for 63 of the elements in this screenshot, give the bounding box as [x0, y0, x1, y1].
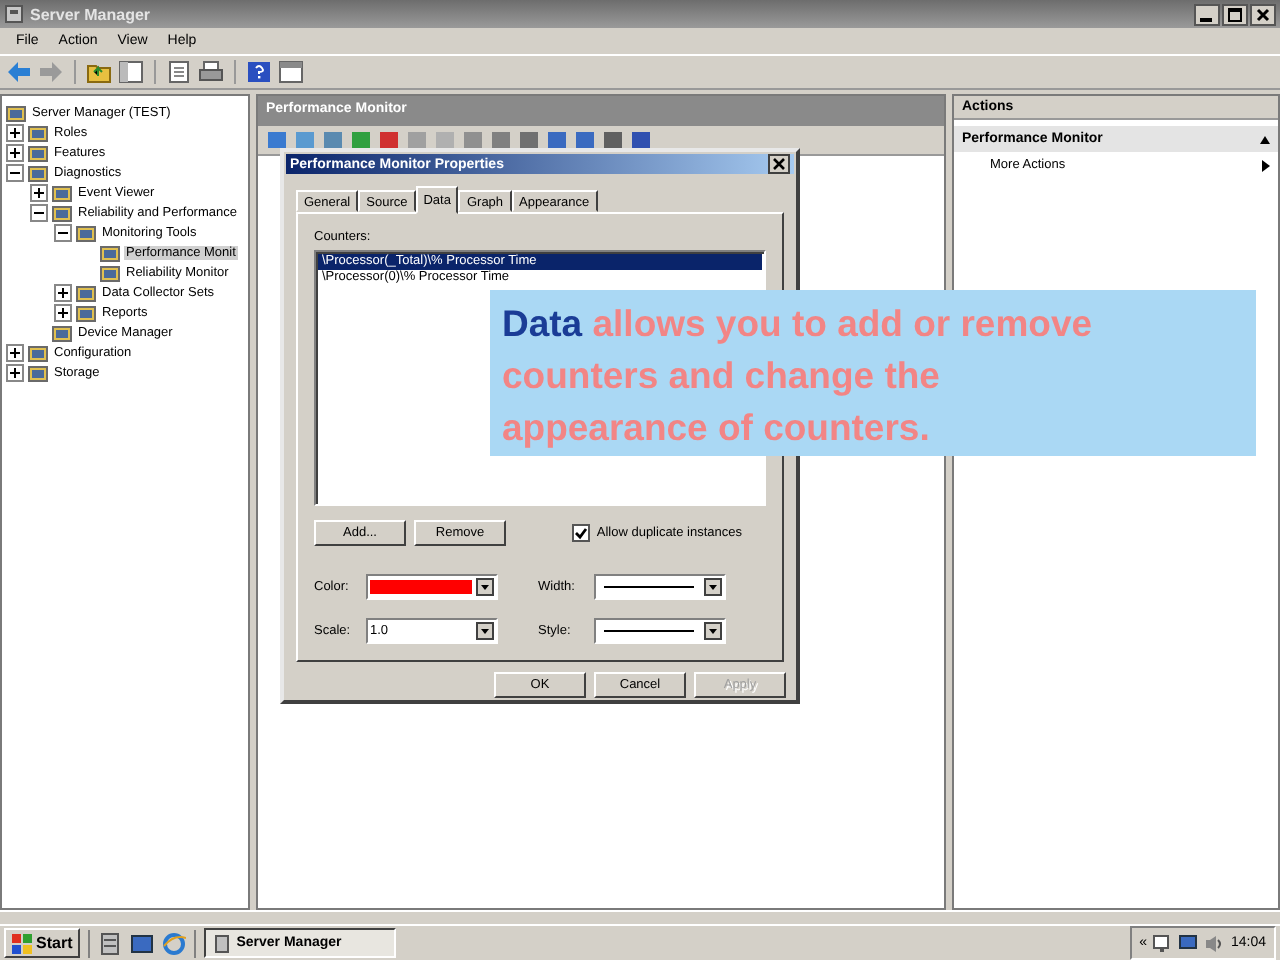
checkbox[interactable] — [572, 524, 591, 542]
maximize-icon[interactable] — [1222, 3, 1248, 25]
window-title: Server Manager — [30, 5, 153, 23]
node-icon — [76, 303, 96, 321]
expand-icon[interactable] — [54, 303, 72, 321]
close-icon[interactable] — [1250, 3, 1276, 25]
color-dropdown[interactable] — [366, 574, 498, 600]
expand-icon[interactable] — [6, 143, 24, 161]
tool-icon[interactable] — [602, 130, 624, 150]
network-icon[interactable] — [1152, 933, 1173, 953]
window-icon[interactable] — [278, 60, 304, 84]
folder-icon[interactable] — [86, 60, 112, 84]
node-icon — [76, 283, 96, 301]
tool-icon[interactable] — [350, 130, 372, 150]
monitor-icon[interactable] — [1178, 933, 1199, 953]
node-icon — [28, 123, 48, 141]
node-icon — [28, 343, 48, 361]
tool-icon[interactable] — [490, 130, 512, 150]
windows-flag-icon — [12, 933, 32, 953]
collapse-icon[interactable] — [1260, 135, 1270, 143]
collapse-icon[interactable] — [54, 223, 72, 241]
tool-icon[interactable] — [518, 130, 540, 150]
node-icon — [100, 263, 120, 281]
pane-icon[interactable] — [118, 60, 144, 84]
minimize-icon[interactable] — [1194, 3, 1220, 25]
back-icon[interactable] — [6, 60, 32, 84]
desktop-icon[interactable] — [130, 931, 155, 955]
server-icon[interactable] — [98, 931, 123, 955]
node-icon — [6, 103, 26, 121]
node-icon — [76, 223, 96, 241]
expand-icon[interactable] — [6, 343, 24, 361]
server-icon — [212, 933, 233, 953]
app-icon — [4, 4, 24, 24]
expand-icon[interactable] — [54, 283, 72, 301]
node-icon — [28, 363, 48, 381]
help-icon[interactable] — [246, 60, 272, 84]
node-icon — [28, 143, 48, 161]
submenu-arrow-icon — [1262, 159, 1270, 171]
tool-icon[interactable] — [574, 130, 596, 150]
tool-icon[interactable] — [322, 130, 344, 150]
start-button[interactable]: Start — [4, 928, 81, 958]
callout-text: Data allows you to add or remove counters and change the appearance of counters. — [502, 300, 1095, 452]
tool-icon[interactable] — [630, 130, 652, 150]
node-icon — [28, 163, 48, 181]
tool-icon[interactable] — [546, 130, 568, 150]
node-icon — [100, 243, 120, 261]
speaker-icon[interactable] — [1204, 933, 1225, 953]
properties-icon[interactable] — [166, 60, 192, 84]
collapse-icon[interactable] — [30, 203, 48, 221]
node-icon — [52, 203, 72, 221]
tool-icon[interactable] — [462, 130, 484, 150]
expand-icon[interactable] — [30, 183, 48, 201]
print-icon[interactable] — [198, 60, 224, 84]
tool-icon[interactable] — [378, 130, 400, 150]
line-dropdown[interactable] — [594, 618, 726, 644]
tool-icon[interactable] — [266, 130, 288, 150]
close-icon[interactable] — [768, 154, 790, 174]
expand-icon[interactable] — [6, 123, 24, 141]
node-icon — [52, 323, 72, 341]
collapse-icon[interactable] — [6, 163, 24, 181]
expand-icon[interactable] — [6, 363, 24, 381]
node-icon — [52, 183, 72, 201]
line-dropdown[interactable] — [594, 574, 726, 600]
